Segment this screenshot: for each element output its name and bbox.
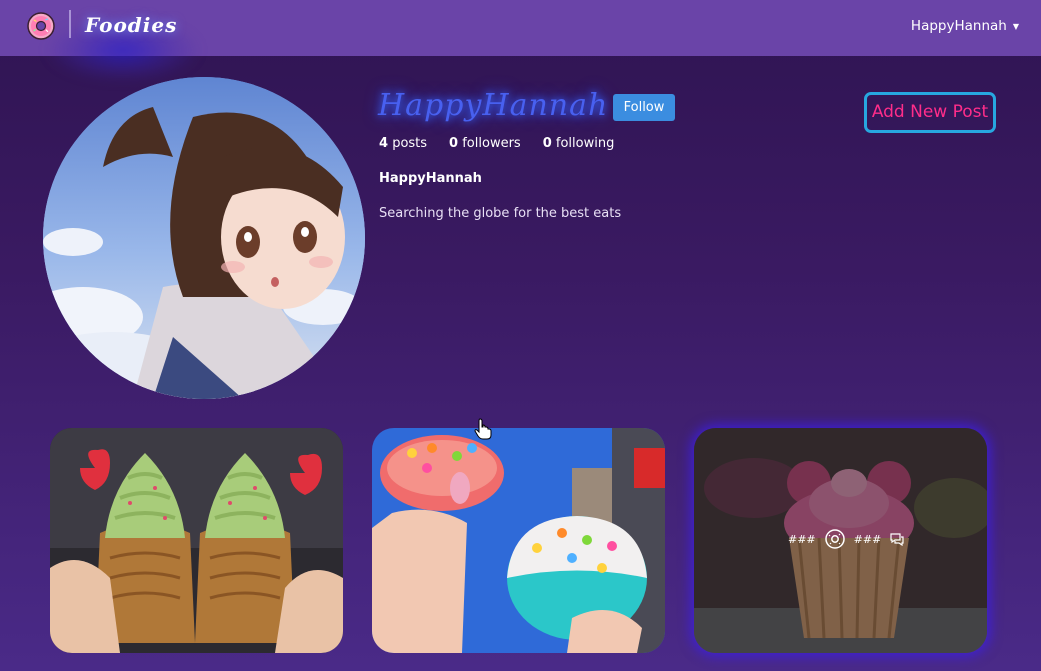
profile-display-name: HappyHannah xyxy=(379,171,482,186)
brand-name[interactable]: Foodies xyxy=(85,13,177,37)
followers-label: followers xyxy=(462,136,521,151)
user-menu-label: HappyHannah xyxy=(910,18,1007,34)
donut-icon[interactable] xyxy=(26,11,56,41)
post-image xyxy=(372,428,665,653)
post-stats: ### ### xyxy=(788,528,905,550)
posts-label: posts xyxy=(392,136,428,151)
profile-avatar xyxy=(43,77,365,399)
followers-count: 0 xyxy=(449,136,459,151)
donut-icon[interactable] xyxy=(824,528,846,550)
brand-divider xyxy=(69,10,71,38)
navbar: Foodies HappyHannah ▼ xyxy=(0,0,1041,80)
post-card[interactable] xyxy=(372,428,665,653)
posts-stat: 4 posts xyxy=(379,136,427,151)
user-menu-dropdown[interactable]: HappyHannah ▼ xyxy=(911,18,1019,34)
followers-stat[interactable]: 0 followers xyxy=(449,136,521,151)
following-count: 0 xyxy=(542,136,552,151)
profile-stats: 4 posts 0 followers 0 following xyxy=(379,136,614,151)
profile-username: HappyHannah xyxy=(378,88,609,123)
post-card[interactable]: ### ### xyxy=(694,428,987,653)
posts-count: 4 xyxy=(379,136,389,151)
likes-count: ### xyxy=(788,532,816,546)
post-image xyxy=(50,428,343,653)
chevron-down-icon: ▼ xyxy=(1012,22,1019,31)
post-hover-overlay: ### ### xyxy=(694,428,987,653)
follow-button[interactable]: Follow xyxy=(613,94,675,121)
comments-icon[interactable] xyxy=(889,532,905,546)
following-label: following xyxy=(555,136,615,151)
comments-count: ### xyxy=(853,532,882,546)
add-new-post-button[interactable]: Add New Post xyxy=(864,92,996,133)
post-card[interactable] xyxy=(50,428,343,653)
hand-cursor-icon xyxy=(474,418,492,440)
following-stat[interactable]: 0 following xyxy=(543,136,615,151)
profile-bio: Searching the globe for the best eats xyxy=(379,206,622,221)
